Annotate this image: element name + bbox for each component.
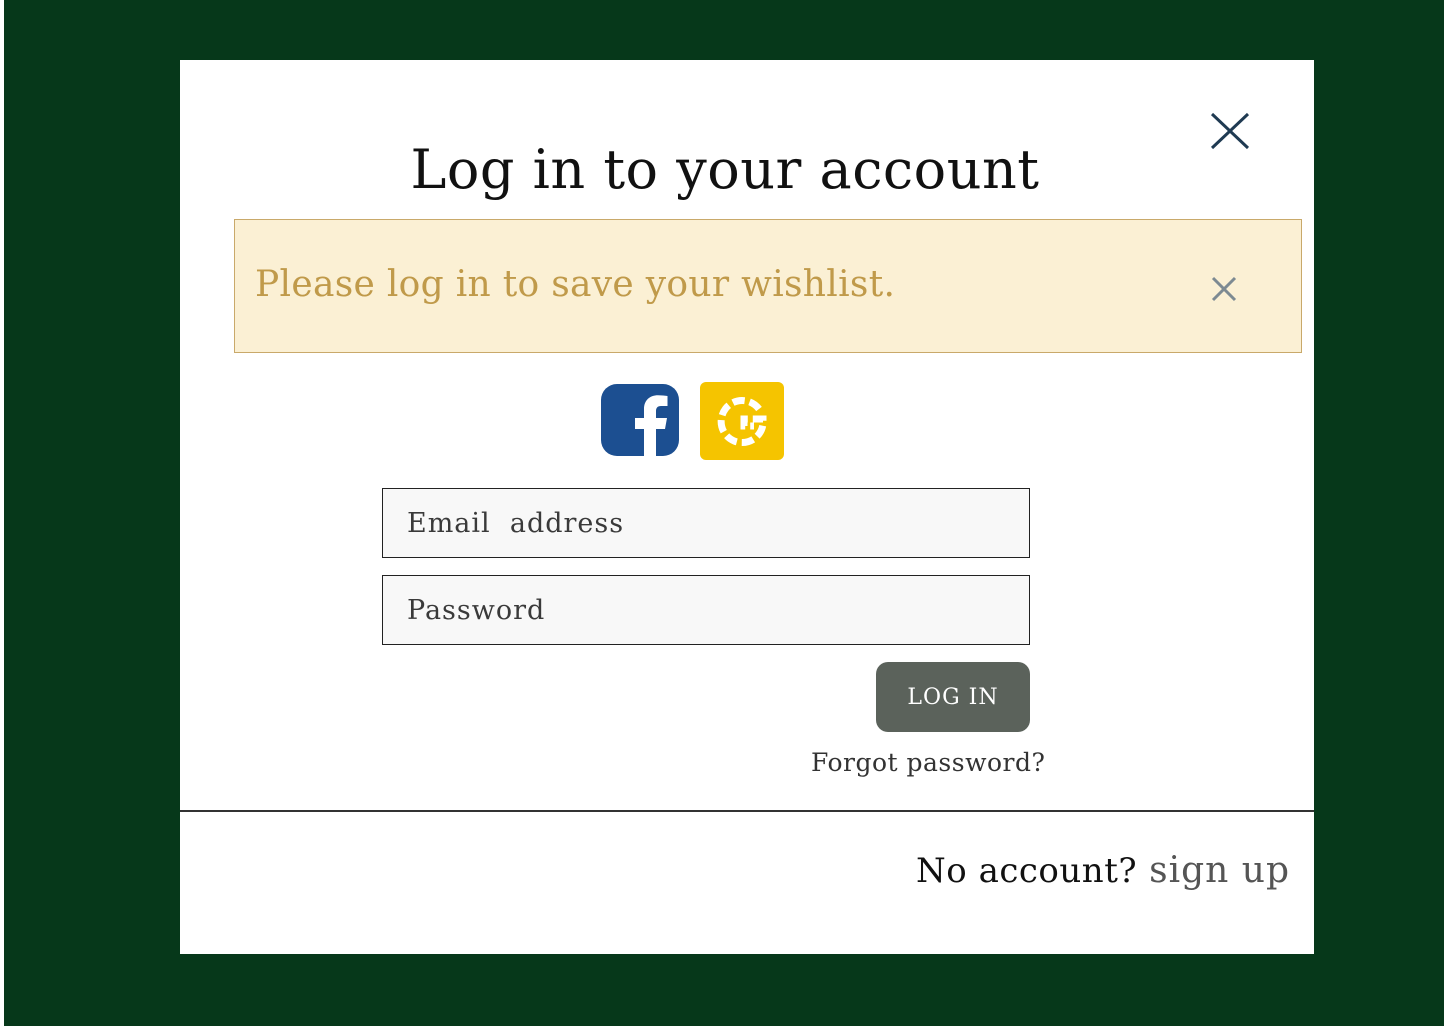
wishlist-alert: Please log in to save your wishlist. (234, 219, 1302, 353)
google-icon (700, 382, 784, 460)
email-field[interactable] (382, 488, 1030, 558)
signup-prompt: No account? sign up (180, 850, 1290, 891)
close-icon (1211, 276, 1237, 302)
alert-message: Please log in to save your wishlist. (255, 264, 896, 305)
facebook-login-button[interactable] (601, 384, 679, 456)
log-in-button[interactable]: LOG IN (876, 662, 1030, 732)
divider (180, 810, 1314, 812)
dismiss-alert-button[interactable] (1209, 274, 1239, 304)
sign-up-link[interactable]: sign up (1149, 850, 1290, 891)
google-login-button[interactable] (700, 382, 784, 460)
password-field[interactable] (382, 575, 1030, 645)
login-modal: Log in to your account Please log in to … (180, 60, 1314, 954)
facebook-icon (601, 384, 679, 456)
no-account-label: No account? (916, 851, 1138, 891)
forgot-password-link[interactable]: Forgot password? (811, 748, 1045, 777)
modal-title: Log in to your account (410, 138, 1040, 201)
